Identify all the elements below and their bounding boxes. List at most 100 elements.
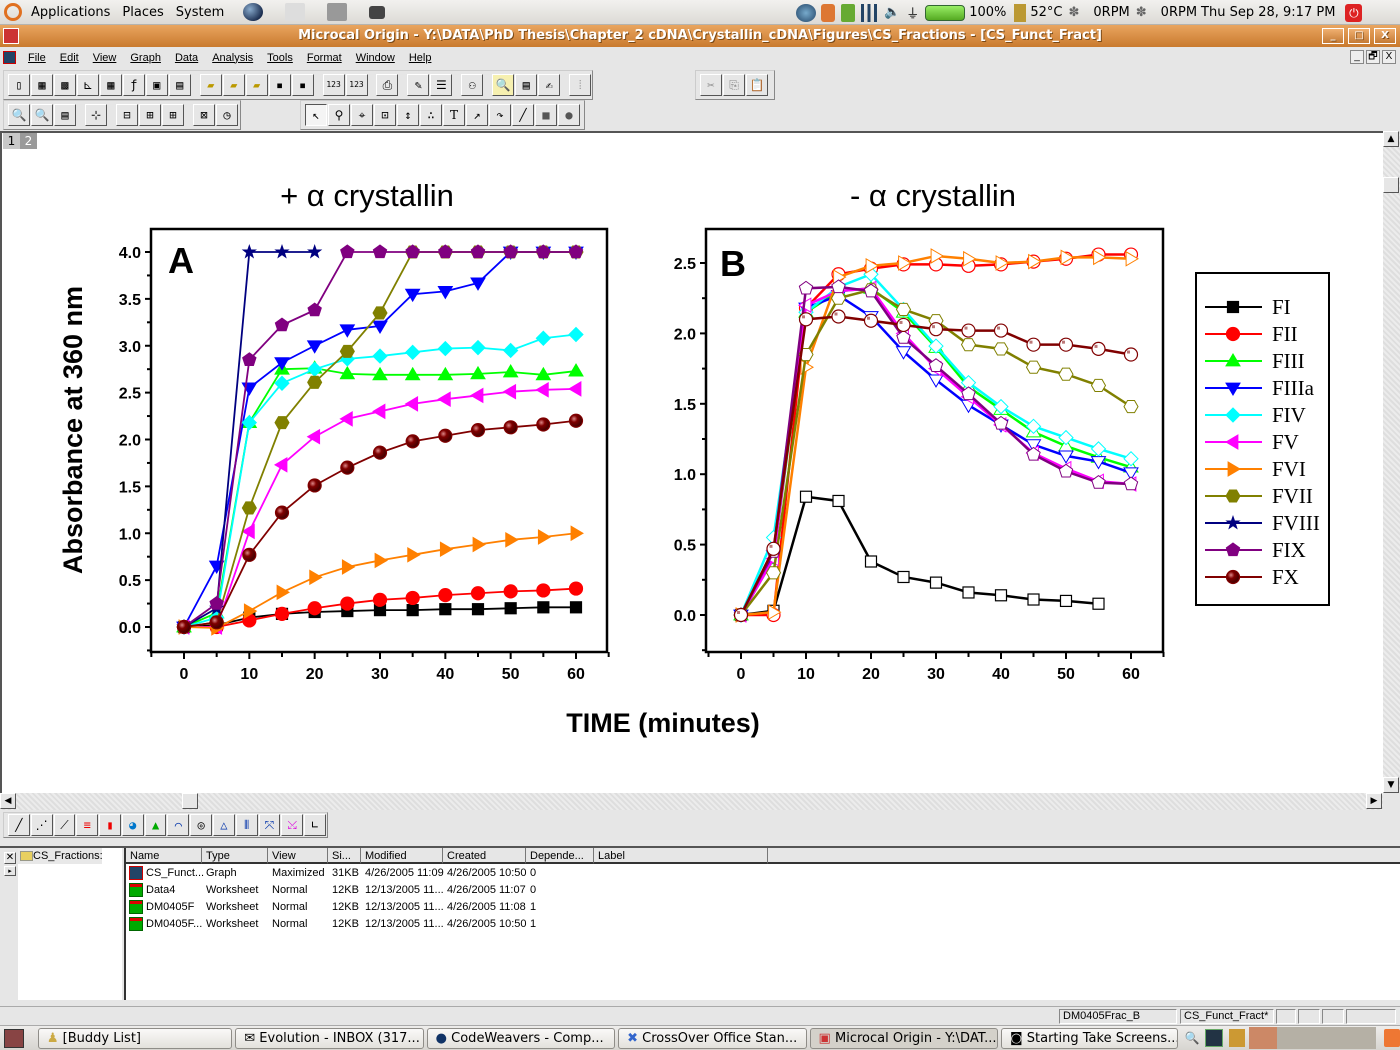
layer-2x2-icon[interactable]: ⊞	[139, 104, 161, 126]
volume-icon[interactable]: 🔈	[884, 5, 900, 20]
fill-area-icon[interactable]: ⌒	[167, 814, 190, 836]
import-ascii-icon[interactable]: 123	[322, 74, 345, 96]
printer-icon[interactable]	[327, 3, 348, 21]
places-menu[interactable]: Places	[119, 5, 166, 20]
layer-tab-2[interactable]: 2	[20, 133, 37, 149]
close-button[interactable]: X	[1374, 28, 1396, 44]
line-symbol-plot-icon[interactable]: ⟋	[53, 814, 76, 836]
code-builder-icon[interactable]: ✍	[538, 74, 561, 96]
new-function-icon[interactable]: ƒ	[122, 74, 145, 96]
shutdown-icon[interactable]: ⏻	[1345, 3, 1363, 22]
vector-xyxy-icon[interactable]: ⤩	[281, 814, 304, 836]
data-selector-icon[interactable]: ⊡	[374, 104, 396, 126]
show-desktop-icon[interactable]	[4, 1028, 24, 1048]
task-take-screenshot[interactable]: ◙ Starting Take Screens...	[1000, 1027, 1178, 1049]
mdi-restore-button[interactable]: 🗗	[1366, 50, 1380, 64]
search-icon[interactable]: 🔍	[1185, 1031, 1200, 1045]
vector-xyam-icon[interactable]: ⤧	[258, 814, 281, 836]
new-excel-icon[interactable]: ▩	[53, 74, 76, 96]
task-evolution[interactable]: ✉ Evolution - INBOX (317...	[235, 1027, 424, 1049]
duplicate-icon[interactable]: ✎	[407, 74, 430, 96]
screen-reader-icon[interactable]: ⌖	[351, 104, 373, 126]
layer-add-icon[interactable]: ⊟	[116, 104, 138, 126]
col-header-dependents[interactable]: Depende...	[526, 848, 594, 864]
web-browser-icon[interactable]	[243, 3, 264, 21]
battery-applet-icon[interactable]	[841, 3, 855, 22]
explorer-expand-icon[interactable]: ▸	[4, 866, 16, 876]
minimize-button[interactable]: _	[1322, 28, 1344, 44]
circle-tool-icon[interactable]: ●	[558, 104, 580, 126]
curved-arrow-tool-icon[interactable]: ↷	[489, 104, 511, 126]
menu-view[interactable]: View	[93, 52, 117, 64]
hi-lo-close-icon[interactable]: ⫴	[235, 814, 258, 836]
mail-launcher-icon[interactable]	[285, 3, 306, 21]
horizontal-scroll-thumb[interactable]	[182, 793, 198, 809]
window-titlebar[interactable]: Microcal Origin - Y:\DATA\PhD Thesis\Cha…	[0, 25, 1400, 47]
save-project-icon[interactable]: ▪	[268, 74, 291, 96]
ubuntu-logo-icon[interactable]	[4, 3, 22, 21]
new-worksheet-icon[interactable]: ▦	[30, 74, 53, 96]
graph-window[interactable]: + α crystallin 0.0 0.5 1.0 1.5 2.0 2.5 3.0 3.5 4.…	[0, 131, 1383, 793]
layer-arrange-icon[interactable]: ⊞	[162, 104, 184, 126]
new-matrix-icon[interactable]: ▦	[99, 74, 122, 96]
clock[interactable]: Thu Sep 28, 9:17 PM	[1201, 5, 1335, 20]
scatter-plot-icon[interactable]: ⋰	[30, 814, 53, 836]
new-layout-icon[interactable]: ▣	[145, 74, 168, 96]
project-explorer-icon[interactable]: ⚇	[461, 74, 484, 96]
new-graph-icon[interactable]: ⊾	[76, 74, 99, 96]
menu-help[interactable]: Help	[409, 52, 432, 64]
terminal-icon[interactable]	[1205, 1029, 1224, 1047]
col-header-view[interactable]: View	[268, 848, 328, 864]
task-buddy-list[interactable]: ♟ [Buddy List]	[37, 1027, 233, 1049]
axis-icon[interactable]: ⊹	[85, 104, 107, 126]
origin-app-icon[interactable]	[3, 28, 19, 44]
cut-icon[interactable]: ✂	[700, 74, 722, 96]
screenshot-icon[interactable]	[369, 5, 386, 19]
menu-format[interactable]: Format	[307, 52, 342, 64]
vertical-scroll-thumb[interactable]	[1383, 177, 1399, 193]
file-row[interactable]: CS_Funct... Graph Maximized 31KB 4/26/2005 1…	[126, 865, 926, 882]
file-row[interactable]: Data4 Worksheet Normal 12KB 12/13/2005 11...…	[126, 882, 926, 899]
maximize-button[interactable]: □	[1348, 28, 1370, 44]
col-header-type[interactable]: Type	[202, 848, 268, 864]
folder-item[interactable]: CS_Fractions:	[18, 848, 103, 864]
mdi-close-button[interactable]: X	[1382, 50, 1396, 64]
rectangle-tool-icon[interactable]: ■	[535, 104, 557, 126]
text-tool-icon[interactable]: T	[443, 104, 465, 126]
scroll-right-icon[interactable]: ▶	[1366, 793, 1382, 809]
menu-analysis[interactable]: Analysis	[212, 52, 253, 64]
horizontal-bar-icon[interactable]: ≡	[76, 814, 99, 836]
add-column-icon[interactable]: ⁞	[569, 74, 592, 96]
system-menu[interactable]: System	[173, 5, 227, 20]
pie-chart-icon[interactable]: ◕	[121, 814, 144, 836]
explorer-close-icon[interactable]: ✕	[4, 852, 16, 864]
data-reader-icon[interactable]: ↕	[397, 104, 419, 126]
scroll-left-icon[interactable]: ◀	[0, 793, 16, 809]
line-plot-icon[interactable]: ╱	[8, 814, 30, 836]
new-notes-icon[interactable]: ▤	[168, 74, 191, 96]
task-microcal-origin[interactable]: ▣ Microcal Origin - Y:\DAT...	[809, 1027, 998, 1049]
workspace-switcher[interactable]	[1249, 1027, 1377, 1049]
media-play-icon[interactable]	[796, 3, 816, 22]
applications-menu[interactable]: Applications	[28, 5, 113, 20]
task-codeweavers[interactable]: ● CodeWeavers - Comp...	[426, 1027, 616, 1049]
layer-merge-icon[interactable]: ⊠	[193, 104, 215, 126]
horizontal-scrollbar[interactable]: ◀ ▶	[0, 793, 1383, 810]
col-header-created[interactable]: Created	[443, 848, 526, 864]
mdi-minimize-button[interactable]: _	[1350, 50, 1364, 64]
page-view-icon[interactable]: ▤	[54, 104, 76, 126]
mask-points-icon[interactable]: ∴	[420, 104, 442, 126]
arrow-tool-icon[interactable]: ↗	[466, 104, 488, 126]
save-template-icon[interactable]: ▪	[291, 74, 314, 96]
rescale-icon[interactable]: 🔍	[8, 104, 30, 126]
menu-graph[interactable]: Graph	[130, 52, 161, 64]
import-multiple-ascii-icon[interactable]: 123	[345, 74, 368, 96]
menu-window[interactable]: Window	[356, 52, 395, 64]
menu-file[interactable]: File	[28, 52, 46, 64]
menu-edit[interactable]: Edit	[60, 52, 79, 64]
mdi-graph-icon[interactable]	[3, 51, 16, 64]
timestamp-icon[interactable]: ◷	[216, 104, 238, 126]
col-header-modified[interactable]: Modified	[361, 848, 443, 864]
paste-icon[interactable]: 📋	[746, 74, 768, 96]
column-plot-icon[interactable]: ▮	[99, 814, 121, 836]
